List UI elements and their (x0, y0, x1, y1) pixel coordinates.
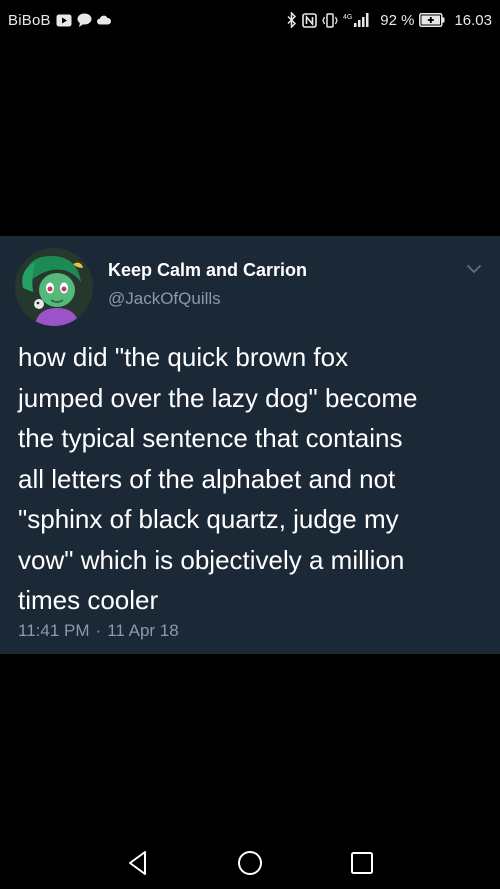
carrier-name: BiBoB (8, 11, 51, 29)
avatar[interactable] (15, 248, 93, 326)
battery-icon (419, 13, 445, 27)
cloud-icon (96, 15, 111, 25)
tweet-date: 11 Apr 18 (107, 621, 179, 640)
display-name[interactable]: Keep Calm and Carrion (108, 260, 307, 281)
bluetooth-icon (287, 12, 297, 28)
back-icon[interactable] (124, 849, 152, 877)
status-clock: 16.03 (454, 11, 492, 29)
navigation-bar (0, 825, 500, 889)
timestamp-separator: · (95, 621, 102, 640)
avatar-illustration (15, 248, 93, 326)
tweet-timestamp[interactable]: 11:41 PM · 11 Apr 18 (18, 621, 179, 641)
vibrate-icon (322, 12, 338, 28)
tweet-text: how did "the quick brown fox jumped over… (18, 342, 418, 615)
nfc-icon (302, 12, 318, 28)
recents-icon[interactable] (348, 849, 376, 877)
status-bar-right: 4G 92 % 16.03 (287, 12, 492, 29)
network-type-label: 4G (343, 14, 352, 21)
signal-icon: 4G (343, 12, 373, 28)
user-handle[interactable]: @JackOfQuills (108, 289, 221, 309)
home-icon[interactable] (236, 849, 264, 877)
chevron-down-icon[interactable] (466, 262, 482, 274)
video-icon (56, 14, 72, 27)
status-bar-left: BiBoB (8, 12, 111, 29)
status-bar: BiBoB 4G 92 % 16.03 (0, 0, 500, 40)
battery-percentage: 92 % (380, 11, 415, 29)
tweet-card[interactable]: Keep Calm and Carrion @JackOfQuills how … (0, 236, 500, 654)
chat-bubble-icon (77, 13, 92, 27)
tweet-time: 11:41 PM (18, 621, 90, 640)
